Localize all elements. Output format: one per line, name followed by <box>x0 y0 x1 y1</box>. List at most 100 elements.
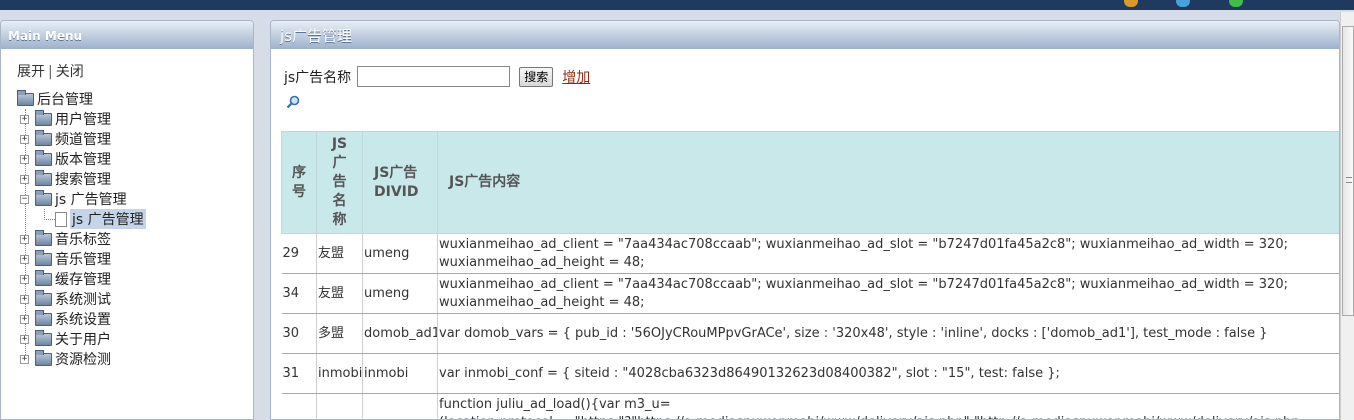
cell-name: 多盟 <box>316 313 363 354</box>
sidebar-item-js-ads[interactable]: − js 广告管理 <box>17 189 146 209</box>
menu-tree: 后台管理 + 用户管理 + 频道管理 + 版本管理 + 搜索管理 − js 广告管理 js… <box>17 89 146 369</box>
expand-plus-icon[interactable]: + <box>20 354 29 364</box>
cell-content: var inmobi_conf = { siteid : "4028cba632… <box>437 353 1339 394</box>
column-header-content[interactable]: JS广告内容 <box>437 131 1339 234</box>
sidebar-title: Main Menu <box>1 21 253 49</box>
cell-id <box>281 393 317 419</box>
expand-collapse-toggle: 展开 | 关闭 <box>17 61 84 81</box>
column-header-divid[interactable]: JS广告DIVID <box>362 131 438 234</box>
collapse-all-link[interactable]: 关闭 <box>56 64 84 80</box>
folder-icon <box>35 269 52 286</box>
cell-name <box>316 393 363 419</box>
sidebar-item-label: 关于用户 <box>55 332 111 348</box>
sidebar-item-label: 系统设置 <box>55 312 111 328</box>
search-label: js广告名称 <box>284 69 352 86</box>
status-icon-blue[interactable] <box>1176 0 1190 7</box>
scrollbar-thumb[interactable] <box>1342 26 1354 316</box>
search-input[interactable] <box>357 66 511 87</box>
cell-name: inmobi <box>316 353 363 394</box>
sidebar-item-music[interactable]: + 音乐管理 <box>17 249 146 269</box>
search-bar: js广告名称 搜索 增加 <box>284 66 590 87</box>
sidebar-subitem-js-ads[interactable]: js 广告管理 <box>17 209 146 229</box>
cell-id: 34 <box>281 273 317 314</box>
sidebar-item-label: js 广告管理 <box>55 192 127 208</box>
sidebar-item-label: 资源检测 <box>55 352 111 368</box>
expand-plus-icon[interactable]: + <box>20 174 29 184</box>
cell-name: 友盟 <box>316 273 363 314</box>
tree-root-label: 后台管理 <box>37 92 93 108</box>
sidebar-item-label: 系统测试 <box>55 292 111 308</box>
cell-divid: umeng <box>362 233 438 274</box>
expand-plus-icon[interactable]: + <box>20 134 29 144</box>
document-icon <box>55 211 67 227</box>
expand-plus-icon[interactable]: + <box>20 254 29 264</box>
sidebar-item-versions[interactable]: + 版本管理 <box>17 149 146 169</box>
expand-plus-icon[interactable]: + <box>20 274 29 284</box>
collapse-minus-icon[interactable]: − <box>20 194 29 204</box>
expand-all-link[interactable]: 展开 <box>17 64 45 80</box>
cell-id: 31 <box>281 353 317 394</box>
tree-root[interactable]: 后台管理 <box>17 89 146 109</box>
sidebar-item-label: 缓存管理 <box>55 272 111 288</box>
folder-icon <box>35 329 52 346</box>
top-bar <box>0 0 1354 10</box>
tree-items: + 用户管理 + 频道管理 + 版本管理 + 搜索管理 − js 广告管理 js 广告管理… <box>17 109 146 369</box>
status-icon-green[interactable] <box>1229 0 1243 7</box>
sidebar-item-system-test[interactable]: + 系统测试 <box>17 289 146 309</box>
table-row[interactable]: 29 友盟 umeng wuxianmeihao_ad_client = "7a… <box>281 233 1339 274</box>
folder-icon <box>17 89 34 106</box>
sidebar-item-about-users[interactable]: + 关于用户 <box>17 329 146 349</box>
sidebar-item-label: 用户管理 <box>55 112 111 128</box>
scrollbar-grip-icon <box>1346 177 1352 183</box>
folder-icon <box>35 229 52 246</box>
search-button[interactable]: 搜索 <box>519 66 554 87</box>
folder-icon <box>35 129 52 146</box>
sidebar-item-resource-check[interactable]: + 资源检测 <box>17 349 146 369</box>
folder-icon <box>35 289 52 306</box>
sidebar-item-label: 版本管理 <box>55 152 111 168</box>
cell-content: var domob_vars = { pub_id : '56OJyCRouMP… <box>437 313 1339 354</box>
sidebar-item-cache[interactable]: + 缓存管理 <box>17 269 146 289</box>
expand-plus-icon[interactable]: + <box>20 154 29 164</box>
sidebar-item-label: 频道管理 <box>55 132 111 148</box>
sidebar-item-label: 搜索管理 <box>55 172 111 188</box>
sidebar-item-label: 音乐管理 <box>55 252 111 268</box>
expand-plus-icon[interactable]: + <box>20 334 29 344</box>
expand-plus-icon[interactable]: + <box>20 314 29 324</box>
sidebar-item-search[interactable]: + 搜索管理 <box>17 169 146 189</box>
folder-icon <box>35 249 52 266</box>
sidebar-item-music-tags[interactable]: + 音乐标签 <box>17 229 146 249</box>
column-header-id[interactable]: 序号 <box>281 131 317 234</box>
expand-plus-icon[interactable]: + <box>20 114 29 124</box>
status-icon-orange[interactable] <box>1124 0 1138 7</box>
table-header-row: 序号 JS广告名称 JS广告DIVID JS广告内容 <box>281 131 1339 234</box>
vertical-scrollbar[interactable] <box>1340 12 1354 420</box>
cell-divid <box>362 393 438 419</box>
cell-name: 友盟 <box>316 233 363 274</box>
cell-content: wuxianmeihao_ad_client = "7aa434ac708cca… <box>437 233 1339 274</box>
sidebar-item-users[interactable]: + 用户管理 <box>17 109 146 129</box>
cell-divid: domob_ad1 <box>362 313 438 354</box>
cell-divid: inmobi <box>362 353 438 394</box>
table-row[interactable]: 34 友盟 umeng wuxianmeihao_ad_client = "7a… <box>281 273 1339 314</box>
table-row[interactable]: function juliu_ad_load(){var m3_u= (loca… <box>281 393 1339 419</box>
folder-open-icon <box>35 189 52 206</box>
sidebar-item-label: 音乐标签 <box>55 232 111 248</box>
main-panel: js广告管理 js广告名称 搜索 增加 序号 JS广告名称 JS广告DIVID … <box>270 20 1340 420</box>
folder-icon <box>35 149 52 166</box>
sidebar: Main Menu 展开 | 关闭 后台管理 + 用户管理 + 频道管理 + 版本管理 +… <box>0 20 254 420</box>
expand-plus-icon[interactable]: + <box>20 294 29 304</box>
cell-content: function juliu_ad_load(){var m3_u= (loca… <box>437 393 1339 419</box>
table-row[interactable]: 30 多盟 domob_ad1 var domob_vars = { pub_i… <box>281 313 1339 354</box>
ads-table: 序号 JS广告名称 JS广告DIVID JS广告内容 29 友盟 umeng w… <box>281 131 1339 419</box>
add-link[interactable]: 增加 <box>562 67 590 87</box>
column-header-name[interactable]: JS广告名称 <box>316 131 363 234</box>
cell-divid: umeng <box>362 273 438 314</box>
sidebar-item-system-settings[interactable]: + 系统设置 <box>17 309 146 329</box>
sidebar-subitem-label: js 广告管理 <box>70 209 146 229</box>
expand-plus-icon[interactable]: + <box>20 234 29 244</box>
sidebar-item-channels[interactable]: + 频道管理 <box>17 129 146 149</box>
table-row[interactable]: 31 inmobi inmobi var inmobi_conf = { sit… <box>281 353 1339 394</box>
magnifier-icon[interactable] <box>286 95 300 109</box>
cell-content: wuxianmeihao_ad_client = "7aa434ac708cca… <box>437 273 1339 314</box>
